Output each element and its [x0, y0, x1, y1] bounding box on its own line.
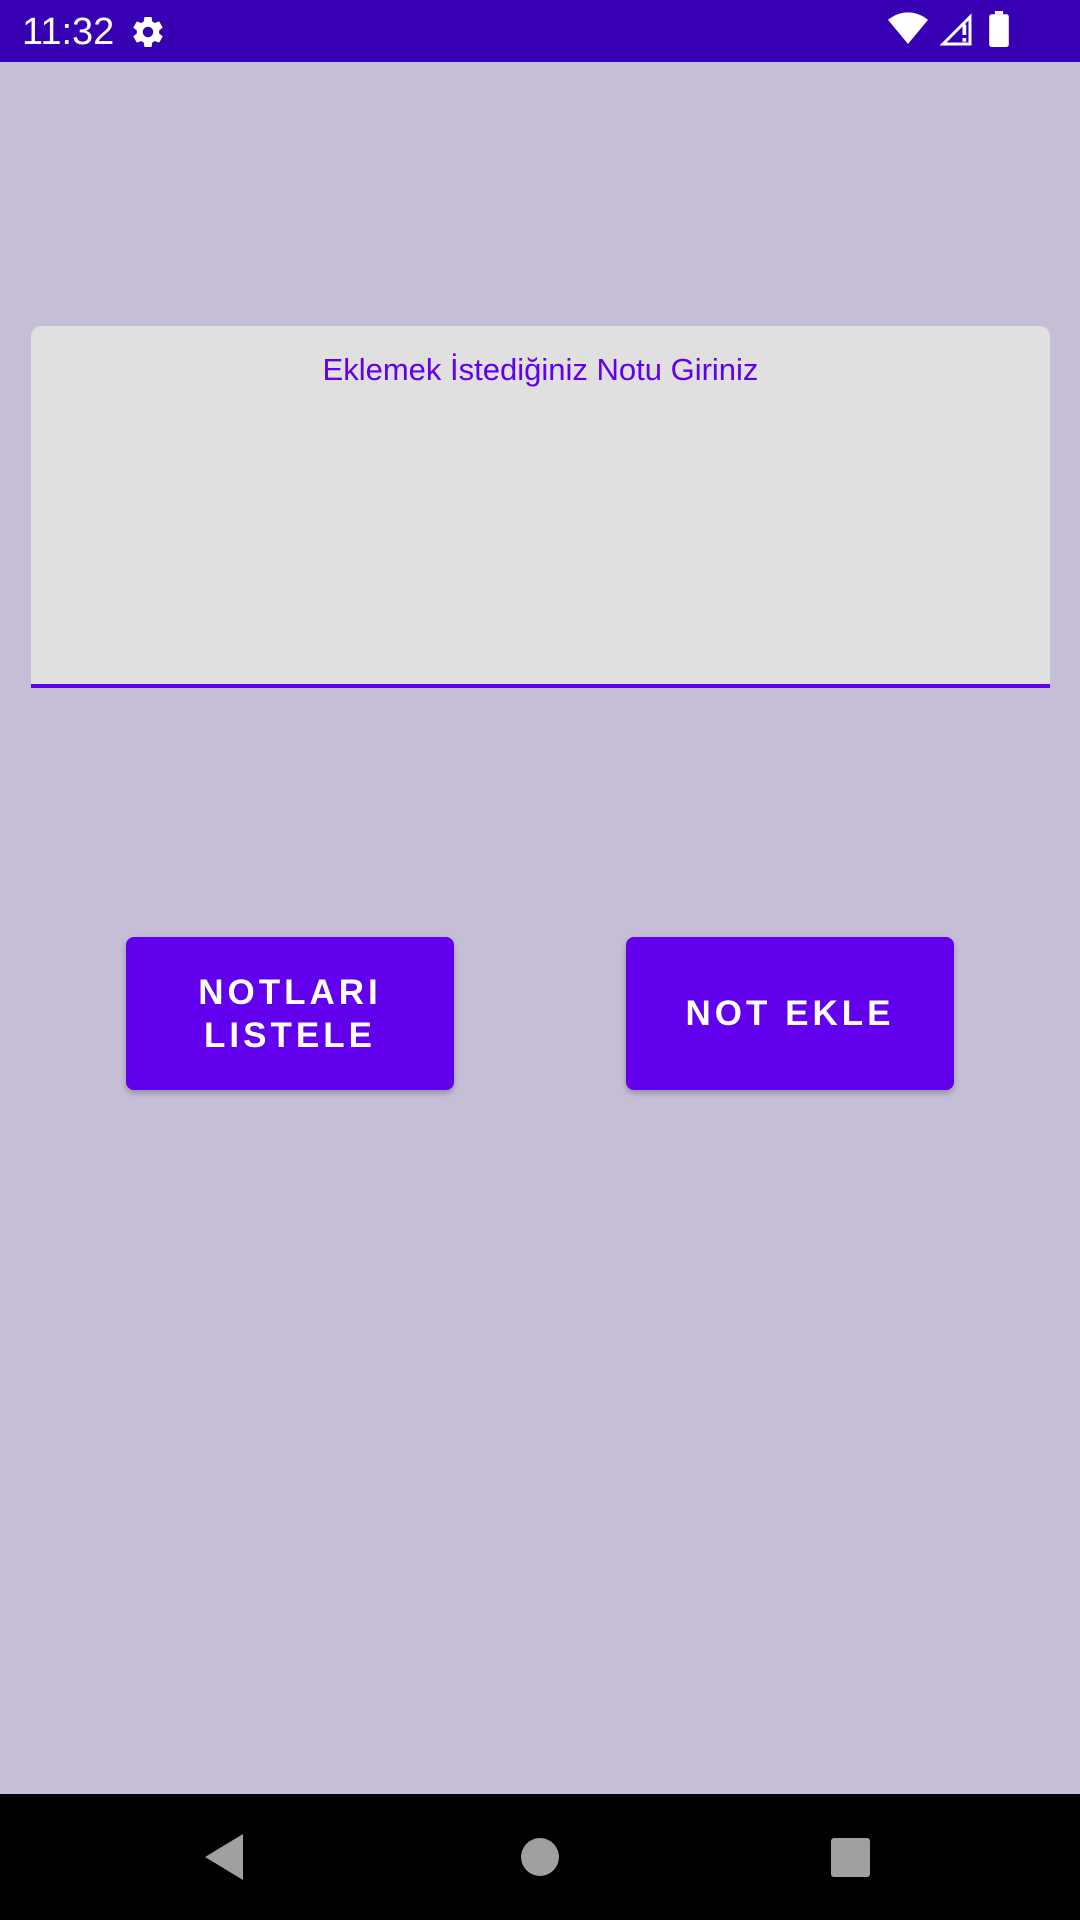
status-bar: 11:32: [0, 0, 1080, 62]
recents-icon[interactable]: [831, 1838, 870, 1877]
main-content: Eklemek İstediğiniz Notu Giriniz NOTLARI…: [0, 62, 1080, 1794]
list-notes-button-label: NOTLARI LISTELE: [198, 972, 382, 1055]
list-notes-button[interactable]: NOTLARI LISTELE: [126, 937, 454, 1090]
status-icons: [888, 10, 1010, 52]
add-note-button[interactable]: NOT EKLE: [626, 937, 954, 1090]
signal-icon: [939, 11, 976, 52]
home-icon[interactable]: [521, 1838, 559, 1876]
battery-icon: [988, 10, 1010, 52]
status-time: 11:32: [22, 11, 115, 53]
gear-icon: [130, 14, 166, 50]
note-input[interactable]: Eklemek İstediğiniz Notu Giriniz: [31, 326, 1050, 688]
note-input-placeholder: Eklemek İstediğiniz Notu Giriniz: [322, 352, 759, 387]
navigation-bar: [0, 1794, 1080, 1920]
wifi-icon: [888, 11, 928, 51]
back-icon[interactable]: [205, 1834, 243, 1880]
add-note-button-label: NOT EKLE: [685, 994, 895, 1033]
